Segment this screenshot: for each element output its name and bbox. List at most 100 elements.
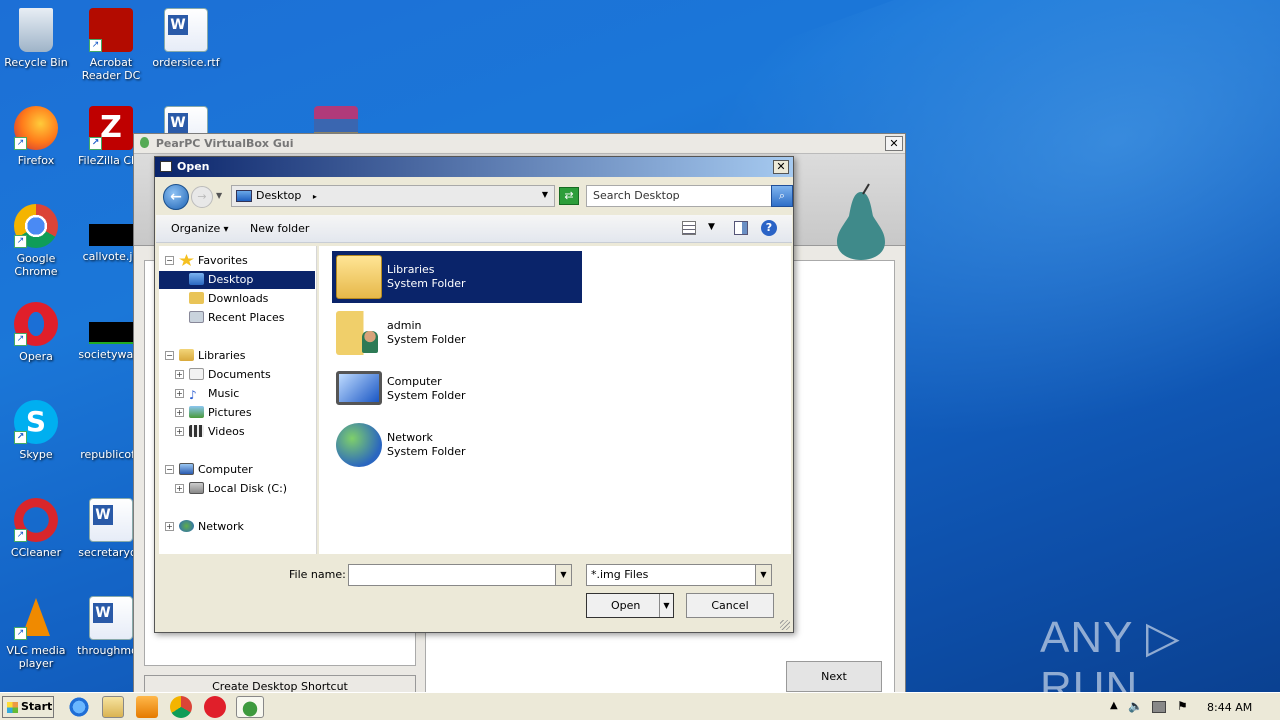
new-folder-button[interactable]: New folder — [250, 222, 309, 235]
tree-item-videos[interactable]: + Videos — [159, 423, 315, 441]
tree-label: Local Disk (C:) — [208, 482, 288, 495]
desktop-icon-label: callvote.jp — [82, 250, 140, 263]
opera-icon: ↗ — [14, 302, 58, 346]
view-dropdown-icon[interactable]: ▼ — [708, 222, 715, 232]
resize-grip[interactable] — [780, 620, 790, 630]
file-type-select[interactable]: *.img Files ▼ — [586, 564, 772, 586]
tree-label: Music — [208, 387, 240, 400]
collapse-icon[interactable]: − — [165, 465, 174, 474]
explorer-taskbar-icon[interactable] — [102, 696, 124, 718]
desktop-icon-recycle-bin[interactable]: Recycle Bin — [0, 8, 72, 69]
tree-item-favorites[interactable]: − Favorites — [159, 252, 315, 270]
expand-icon[interactable]: + — [175, 370, 184, 379]
flag-icon[interactable]: ⚑ — [1177, 699, 1188, 713]
forward-button[interactable]: → — [191, 186, 213, 208]
view-options-icon[interactable] — [682, 221, 696, 235]
tree-label: Downloads — [208, 292, 269, 305]
clock[interactable]: 8:44 AM — [1207, 701, 1252, 714]
expand-icon[interactable]: + — [175, 484, 184, 493]
desktop-icon-vlc[interactable]: ↗ VLC media player — [0, 596, 72, 670]
desktop-folder-icon — [236, 190, 252, 202]
tree-item-downloads[interactable]: Downloads — [159, 290, 315, 308]
desktop-icon-opera[interactable]: ↗ Opera — [0, 302, 72, 363]
cancel-button[interactable]: Cancel — [686, 593, 774, 618]
file-type-dropdown-icon[interactable]: ▼ — [755, 565, 771, 585]
organize-button[interactable]: Organize — [171, 222, 228, 235]
pear-logo-icon — [837, 183, 885, 260]
internet-explorer-icon[interactable] — [68, 696, 90, 718]
collapse-icon[interactable]: − — [165, 256, 174, 265]
file-item-computer[interactable]: Computer System Folder — [332, 363, 582, 415]
file-name: Network — [387, 431, 433, 444]
computer-icon — [179, 463, 194, 475]
file-item-admin[interactable]: admin System Folder — [332, 307, 582, 359]
search-input[interactable]: Search Desktop — [586, 185, 772, 207]
tree-item-desktop[interactable]: Desktop — [159, 271, 315, 289]
expand-icon[interactable]: + — [175, 427, 184, 436]
back-button[interactable]: ← — [163, 184, 189, 210]
pictures-icon — [189, 406, 204, 418]
open-dropdown-icon[interactable]: ▼ — [659, 594, 673, 617]
network-globe-icon — [336, 423, 382, 467]
desktop-icon-acrobat[interactable]: ↗ Acrobat Reader DC — [75, 8, 147, 82]
file-item-network[interactable]: Network System Folder — [332, 419, 582, 471]
start-button[interactable]: Start — [2, 696, 54, 718]
documents-icon — [189, 368, 204, 380]
address-bar[interactable]: Desktop ▸ ▼ — [231, 185, 555, 207]
tree-item-network[interactable]: + Network — [159, 518, 315, 536]
tree-item-music[interactable]: + ♪ Music — [159, 385, 315, 403]
music-icon: ♪ — [189, 388, 197, 402]
network-tray-icon[interactable] — [1152, 701, 1166, 713]
tree-label: Recent Places — [208, 311, 285, 324]
help-button[interactable]: ? — [761, 220, 777, 236]
dialog-titlebar[interactable]: Open ✕ — [155, 157, 793, 177]
open-button[interactable]: Open ▼ — [586, 593, 674, 618]
expand-icon[interactable]: + — [175, 408, 184, 417]
media-player-icon[interactable] — [136, 696, 158, 718]
expand-icon[interactable]: + — [165, 522, 174, 531]
desktop-icon — [189, 273, 204, 285]
address-dropdown-icon[interactable]: ▼ — [542, 190, 548, 199]
speaker-icon[interactable]: 🔈 — [1128, 699, 1143, 713]
expand-icon[interactable]: + — [175, 389, 184, 398]
desktop-icon-ordersice[interactable]: ordersice.rtf — [150, 8, 222, 69]
opera-taskbar-icon[interactable] — [204, 696, 226, 718]
collapse-icon[interactable]: − — [165, 351, 174, 360]
word-doc-icon — [89, 596, 133, 640]
dialog-footer: File name: ▼ *.img Files ▼ Open ▼ Cancel — [156, 556, 792, 632]
desktop-icon-ccleaner[interactable]: ↗ CCleaner — [0, 498, 72, 559]
tree-item-recent-places[interactable]: Recent Places — [159, 309, 315, 327]
next-button[interactable]: Next — [786, 661, 882, 692]
chrome-taskbar-icon[interactable] — [170, 696, 192, 718]
search-button[interactable]: ⌕ — [771, 185, 793, 207]
tree-item-computer[interactable]: − Computer — [159, 461, 315, 479]
dialog-close-button[interactable]: ✕ — [773, 160, 789, 174]
pearpc-title: PearPC VirtualBox Gui — [155, 137, 294, 150]
desktop-icon-label: ordersice.rtf — [152, 56, 220, 69]
pearpc-close-button[interactable]: ✕ — [885, 136, 903, 151]
file-name-input[interactable]: ▼ — [348, 564, 572, 586]
preview-pane-icon[interactable] — [734, 221, 748, 235]
tree-item-pictures[interactable]: + Pictures — [159, 404, 315, 422]
tree-item-documents[interactable]: + Documents — [159, 366, 315, 384]
file-name: admin — [387, 319, 422, 332]
tree-item-local-disk[interactable]: + Local Disk (C:) — [159, 480, 315, 498]
file-item-libraries[interactable]: Libraries System Folder — [332, 251, 582, 303]
skype-icon: S ↗ — [14, 400, 58, 444]
network-icon — [179, 520, 194, 532]
recent-pages-dropdown[interactable]: ▼ — [216, 191, 222, 200]
refresh-button[interactable]: ⇄ — [559, 187, 579, 205]
open-dialog[interactable]: Open ✕ ← → ▼ Desktop ▸ ▼ ⇄ Search Deskto… — [154, 156, 794, 633]
word-doc-icon — [89, 498, 133, 542]
desktop-icon-skype[interactable]: S ↗ Skype — [0, 400, 72, 461]
arrow-left-icon: ← — [170, 189, 182, 205]
desktop-icon-firefox[interactable]: ↗ Firefox — [0, 106, 72, 167]
pearpc-taskbar-icon[interactable] — [236, 696, 264, 718]
desktop-icon-chrome[interactable]: ↗ Google Chrome — [0, 204, 72, 278]
desktop-icon-label: Recycle Bin — [4, 56, 68, 69]
pearpc-titlebar[interactable]: PearPC VirtualBox Gui — [134, 134, 905, 154]
file-name-dropdown-icon[interactable]: ▼ — [555, 565, 571, 585]
breadcrumb-chevron-icon[interactable]: ▸ — [313, 192, 317, 201]
tree-item-libraries[interactable]: − Libraries — [159, 347, 315, 365]
dialog-title: Open — [177, 160, 210, 173]
